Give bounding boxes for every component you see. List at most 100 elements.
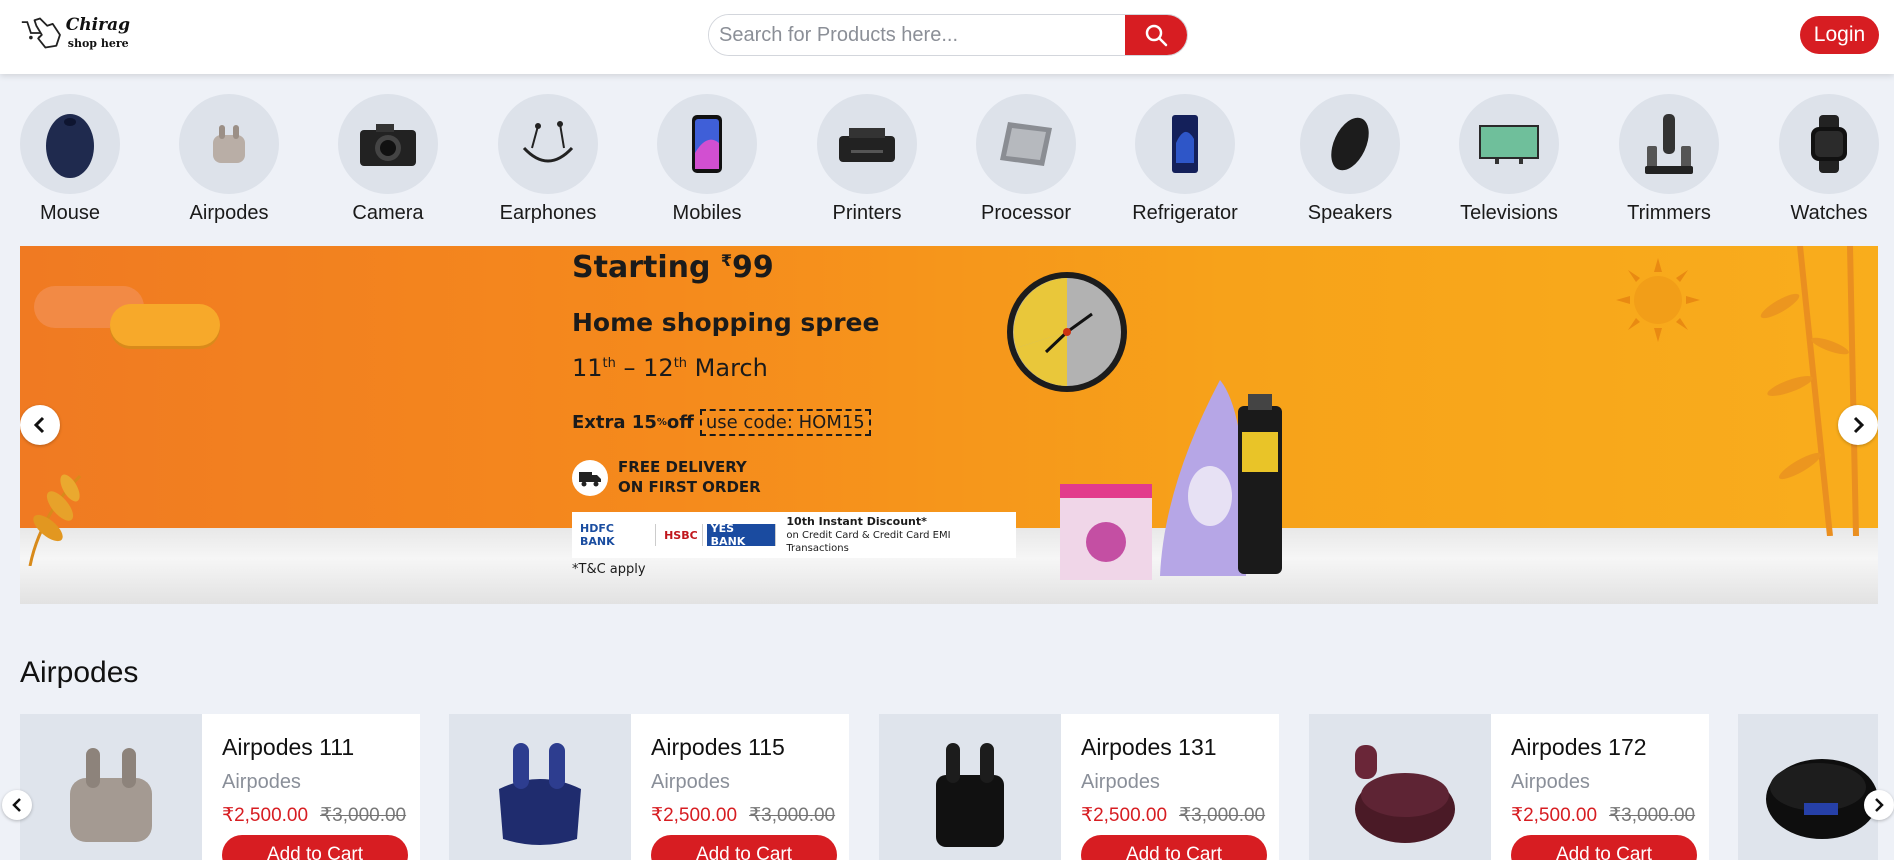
product-category: Airpodes: [1511, 771, 1590, 793]
product-name[interactable]: Airpodes 131: [1081, 734, 1267, 761]
product-card[interactable]: Airpodes 111 Airpodes ₹2,500.00 ₹3,000.00…: [20, 714, 420, 860]
product-box-icon: [1060, 484, 1152, 580]
category-printers[interactable]: Printers: [802, 94, 932, 225]
banner-offer: Extra 15% off use code: HOM15: [572, 409, 871, 436]
banner-prev-button[interactable]: [20, 405, 60, 445]
leaf-icon: [28, 474, 82, 566]
product-price: ₹2,500.00: [651, 805, 738, 826]
logo-subtitle: shop here: [67, 37, 129, 50]
airpods-image: [1766, 759, 1878, 839]
bamboo-icon: [1760, 246, 1859, 536]
speaker-icon: [1331, 117, 1369, 171]
add-to-cart-button[interactable]: Add to Cart: [1511, 835, 1697, 860]
category-mobiles[interactable]: Mobiles: [642, 94, 772, 225]
mouse-icon: [46, 114, 94, 178]
product-category: Airpodes: [1081, 771, 1160, 793]
clock-icon: [1007, 272, 1127, 392]
bank-yes: YES BANK: [706, 522, 777, 548]
login-button[interactable]: Login: [1800, 16, 1879, 54]
category-processor[interactable]: Processor: [961, 94, 1091, 225]
airpods-image: [70, 748, 152, 842]
bank-hdfc: HDFC BANK: [576, 522, 657, 548]
promo-code: use code: HOM15: [699, 409, 871, 436]
bank-hsbc: HSBC: [660, 524, 703, 546]
carousel-prev-button[interactable]: [2, 790, 32, 820]
category-speakers[interactable]: Speakers: [1285, 94, 1415, 225]
printer-icon: [839, 128, 895, 162]
category-televisions[interactable]: Televisions: [1444, 94, 1574, 225]
category-label: Earphones: [499, 202, 597, 224]
category-label: Trimmers: [1627, 202, 1711, 224]
category-label: Mobiles: [672, 202, 742, 224]
spray-can-icon: [1238, 394, 1282, 574]
search-icon: [1145, 24, 1168, 47]
header: Chirag shop here Login: [0, 0, 1894, 74]
product-name[interactable]: Airpodes 111: [222, 734, 408, 761]
banner-dates: 11th – 12th March: [572, 354, 768, 382]
carousel-next-button[interactable]: [1864, 790, 1894, 820]
television-icon: [1479, 125, 1539, 164]
shopping-cart-hand-icon: [21, 17, 61, 49]
terms-note: *T&C apply: [572, 562, 646, 577]
banner-starting: Starting ₹99: [572, 250, 774, 285]
section-title: Airpodes: [20, 656, 139, 689]
product-name[interactable]: Airpodes 115: [651, 734, 837, 761]
product-price: ₹2,500.00: [1081, 805, 1168, 826]
category-label: Camera: [352, 202, 424, 224]
banner-headline: Home shopping spree: [572, 308, 880, 337]
product-card[interactable]: Airpodes 115 Airpodes ₹2,500.00 ₹3,000.00…: [449, 714, 849, 860]
product-mrp: ₹3,000.00: [320, 805, 407, 826]
product-mrp: ₹3,000.00: [749, 805, 836, 826]
search-button[interactable]: [1125, 15, 1187, 55]
chevron-right-icon: [1853, 416, 1865, 434]
search-bar: [708, 14, 1188, 56]
product-card[interactable]: Airpodes 172 Airpodes ₹2,500.00 ₹3,000.00…: [1309, 714, 1709, 860]
banner-next-button[interactable]: [1838, 405, 1878, 445]
product-price: ₹2,500.00: [1511, 805, 1598, 826]
category-label: Printers: [832, 202, 902, 224]
processor-icon: [1000, 122, 1052, 166]
category-camera[interactable]: Camera: [323, 94, 453, 225]
discount-title: 10th Instant Discount*: [786, 514, 927, 528]
category-refrigerator[interactable]: Refrigerator: [1120, 94, 1250, 225]
category-label: Mouse: [39, 202, 101, 224]
chevron-left-icon: [12, 798, 21, 812]
product-card[interactable]: [1738, 714, 1878, 860]
logo[interactable]: Chirag shop here: [20, 12, 130, 54]
category-label: Televisions: [1460, 202, 1558, 224]
discount-subtitle: on Credit Card & Credit Card EMI Transac…: [786, 530, 951, 555]
search-input[interactable]: [709, 15, 1125, 55]
watch-icon: [1811, 115, 1847, 173]
sun-icon: [1616, 258, 1700, 342]
add-to-cart-button[interactable]: Add to Cart: [222, 835, 408, 860]
logo-title: Chirag: [65, 15, 130, 35]
chevron-left-icon: [33, 416, 45, 434]
promo-banner[interactable]: Starting ₹99 Home shopping spree 11th – …: [20, 246, 1878, 604]
airpods-image: [936, 743, 1004, 847]
category-earphones[interactable]: Earphones: [483, 94, 613, 225]
trimmer-icon: [1645, 114, 1693, 174]
category-label: Airpodes: [189, 202, 269, 224]
chevron-right-icon: [1875, 798, 1884, 812]
category-label: Refrigerator: [1132, 202, 1238, 224]
product-category: Airpodes: [222, 771, 301, 793]
product-card[interactable]: Airpodes 131 Airpodes ₹2,500.00 ₹3,000.00…: [879, 714, 1279, 860]
category-watches[interactable]: Watches: [1764, 94, 1894, 225]
cloud-icon: [110, 304, 220, 346]
category-trimmers[interactable]: Trimmers: [1604, 94, 1734, 225]
product-category: Airpodes: [651, 771, 730, 793]
category-airpodes[interactable]: Airpodes: [164, 94, 294, 225]
refrigerator-icon: [1172, 115, 1198, 173]
bank-offers: HDFC BANK HSBC YES BANK 10th Instant Dis…: [572, 512, 1016, 558]
add-to-cart-button[interactable]: Add to Cart: [651, 835, 837, 860]
product-name[interactable]: Airpodes 172: [1511, 734, 1697, 761]
category-mouse[interactable]: Mouse: [5, 94, 135, 225]
airpods-icon: [213, 125, 245, 163]
camera-icon: [360, 124, 416, 166]
truck-icon: [572, 459, 608, 496]
product-mrp: ₹3,000.00: [1609, 805, 1696, 826]
category-label: Speakers: [1307, 202, 1393, 224]
airpods-image: [499, 743, 581, 845]
add-to-cart-button[interactable]: Add to Cart: [1081, 835, 1267, 860]
airpods-image: [1355, 745, 1455, 843]
